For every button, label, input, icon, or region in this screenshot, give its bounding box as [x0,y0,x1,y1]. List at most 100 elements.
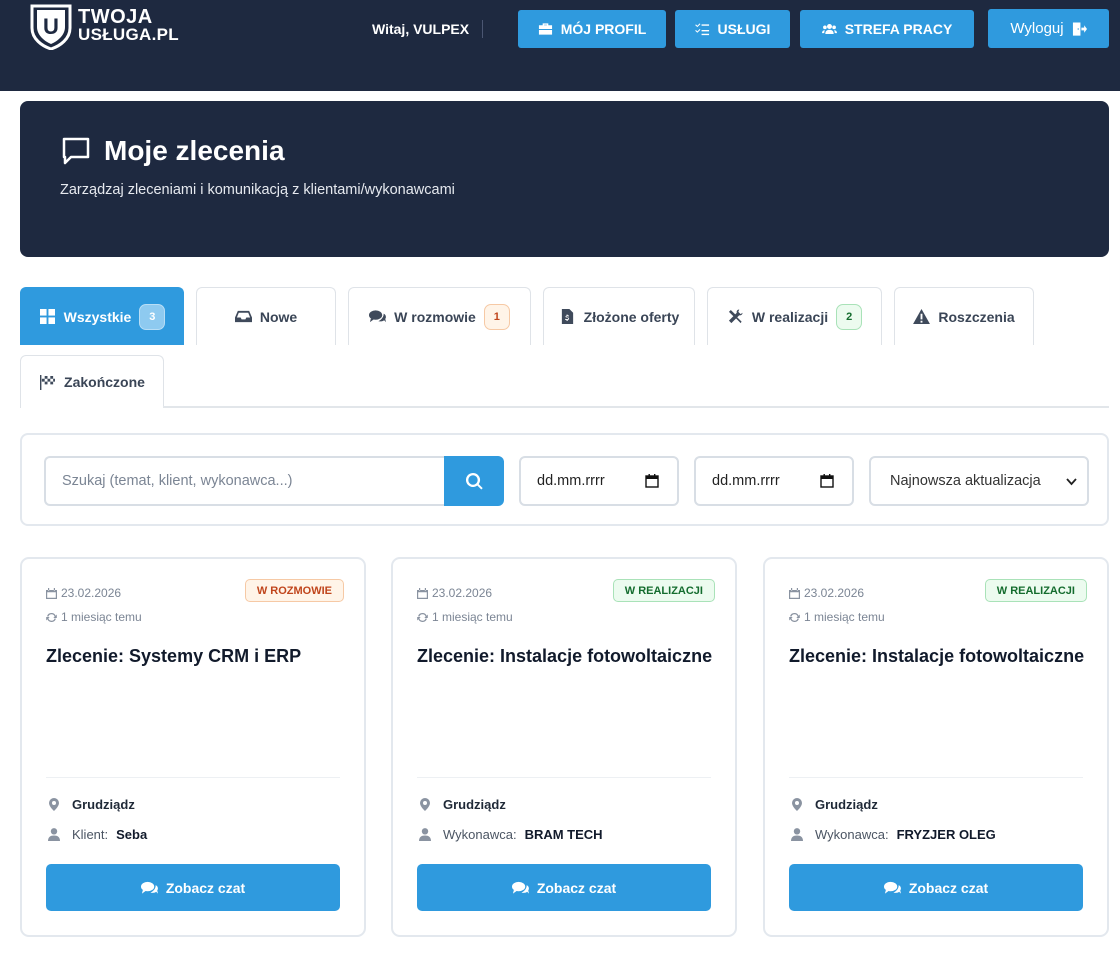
user-icon [419,828,431,841]
list-check-icon [694,23,709,36]
card-location: Grudziądz [791,797,878,812]
logo-line1: TWOJA [78,6,153,28]
card-divider [46,777,340,778]
tab-claims-label: Roszczenia [938,308,1015,325]
tab-all-label: Wszystkie [63,308,132,325]
work-zone-button[interactable]: STREFA PRACY [800,10,974,48]
logout-button[interactable]: Wyloguj [988,9,1109,48]
order-card: 23.02.2026 1 miesiąc temu W REALIZACJI Z… [763,557,1109,937]
card-person: Wykonawca: BRAM TECH [419,827,603,842]
page-header: Moje zlecenia Zarządzaj zleceniami i kom… [20,101,1109,257]
page-title: Moje zlecenia [104,135,285,166]
tab-all[interactable]: Wszystkie 3 [20,287,184,345]
calendar-icon [645,474,659,488]
card-location: Grudziądz [48,797,135,812]
status-badge: W REALIZACJI [984,579,1087,602]
card-updated-value: 1 miesiąc temu [804,610,885,624]
tab-in-conversation-label: W rozmowie [394,308,476,325]
refresh-icon [417,612,428,622]
card-person-label: Wykonawca: [815,827,889,842]
card-date-value: 23.02.2026 [804,586,865,600]
grid-icon [39,309,55,324]
refresh-icon [789,612,800,622]
card-date: 23.02.2026 [789,586,864,600]
calendar-icon [820,474,834,488]
status-badge: W REALIZACJI [612,579,715,602]
invoice-dollar-icon [561,309,573,324]
order-card: 23.02.2026 1 miesiąc temu W REALIZACJI Z… [391,557,737,937]
order-card: 23.02.2026 1 miesiąc temu W ROZMOWIE Zle… [20,557,366,937]
card-title: Zlecenie: Instalacje fotowoltaiczne [417,646,713,666]
card-location-value: Grudziądz [443,797,506,812]
tab-submitted-offers[interactable]: Złożone oferty [543,287,695,345]
site-logo[interactable]: U TWOJA USŁUGA.PL [28,2,179,50]
comments-icon [883,881,901,894]
card-person-name: FRYZJER OLEG [896,827,996,842]
top-navbar: U TWOJA USŁUGA.PL Witaj, VULPEX MÓJ PROF… [0,0,1120,91]
card-person-label: Wykonawca: [443,827,517,842]
warning-icon [913,309,931,324]
search-input[interactable]: Szukaj (temat, klient, wykonawca...) [44,456,445,506]
chevron-down-icon [1066,478,1077,486]
tab-completed[interactable]: Zakończone [20,355,164,408]
inbox-icon [234,310,252,323]
tools-icon [728,309,743,324]
card-title: Zlecenie: Systemy CRM i ERP [46,646,302,666]
tab-in-progress[interactable]: W realizacji 2 [707,287,882,345]
card-person-name: BRAM TECH [524,827,603,842]
tab-all-count-badge: 3 [139,303,166,330]
view-chat-button[interactable]: Zobacz czat [789,864,1083,911]
card-date-value: 23.02.2026 [61,586,122,600]
card-location-value: Grudziądz [815,797,878,812]
tab-in-progress-count-badge: 2 [836,303,863,330]
card-location-value: Grudziądz [72,797,135,812]
search-placeholder: Szukaj (temat, klient, wykonawca...) [62,473,293,489]
card-date: 23.02.2026 [46,586,121,600]
card-divider [417,777,711,778]
status-badge: W ROZMOWIE [244,579,344,602]
view-chat-button[interactable]: Zobacz czat [46,864,340,911]
view-chat-label: Zobacz czat [908,879,989,896]
search-icon [465,472,483,489]
sort-select[interactable]: Najnowsza aktualizacja [869,456,1089,506]
date-from-field[interactable]: dd.mm.rrrr [519,456,679,506]
flag-checkered-icon [40,374,56,390]
logo-text: TWOJA USŁUGA.PL [78,6,179,44]
nav-divider [482,20,483,38]
tab-in-conversation-count-badge: 1 [483,303,510,330]
services-button[interactable]: USŁUGI [675,10,790,48]
user-icon [791,828,803,841]
tab-new[interactable]: Nowe [196,287,336,345]
card-updated: 1 miesiąc temu [789,610,885,624]
card-date-value: 23.02.2026 [432,586,493,600]
briefcase-icon [538,23,552,35]
shield-logo-icon: U [30,4,72,50]
map-marker-icon [49,798,59,811]
card-updated: 1 miesiąc temu [417,610,513,624]
comments-icon [511,881,529,894]
view-chat-label: Zobacz czat [165,879,246,896]
tab-in-progress-label: W realizacji [751,308,829,325]
tabs-divider [163,406,1109,408]
svg-text:U: U [43,14,59,39]
calendar-icon [417,587,428,599]
calendar-icon [789,587,800,599]
tab-completed-label: Zakończone [64,374,145,390]
door-exit-icon [1072,21,1087,36]
sort-value: Najnowsza aktualizacja [890,473,1041,489]
page-subtitle: Zarządzaj zleceniami i komunikacją z kli… [60,182,455,198]
card-title: Zlecenie: Instalacje fotowoltaiczne [789,646,1085,666]
tab-claims[interactable]: Roszczenia [894,287,1034,345]
date-from-value: dd.mm.rrrr [537,473,605,489]
my-profile-button[interactable]: MÓJ PROFIL [518,10,666,48]
comments-icon [140,881,158,894]
tab-in-conversation[interactable]: W rozmowie 1 [348,287,531,345]
view-chat-button[interactable]: Zobacz czat [417,864,711,911]
search-button[interactable] [444,456,504,506]
date-to-field[interactable]: dd.mm.rrrr [694,456,854,506]
card-person: Wykonawca: FRYZJER OLEG [791,827,996,842]
logo-line2: USŁUGA.PL [78,25,179,44]
card-person-name: Seba [116,827,148,842]
card-date: 23.02.2026 [417,586,492,600]
filters-panel: Szukaj (temat, klient, wykonawca...) dd.… [20,433,1109,526]
